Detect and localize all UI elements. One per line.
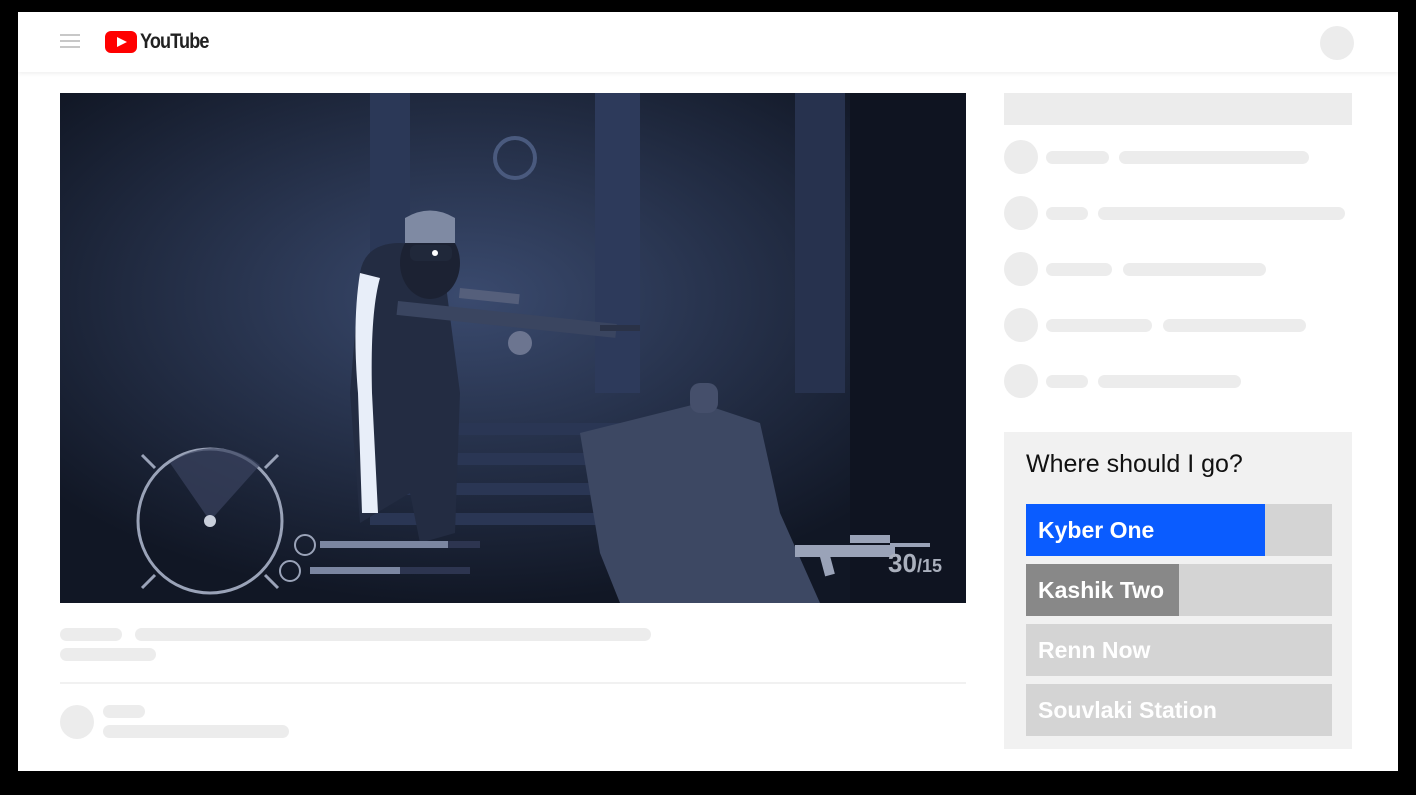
chat-avatar-placeholder	[1004, 308, 1038, 342]
avatar[interactable]	[1320, 26, 1354, 60]
poll-option-label: Souvlaki Station	[1038, 697, 1217, 723]
chat-message-placeholder	[1123, 263, 1266, 276]
poll-option-renn-now[interactable]: Renn Now	[1026, 624, 1332, 676]
poll-option-souvlaki-station[interactable]: Souvlaki Station	[1026, 684, 1332, 736]
poll-question: Where should I go?	[1026, 450, 1243, 478]
youtube-play-icon	[105, 31, 137, 53]
ammo-total: /15	[916, 556, 942, 576]
video-player[interactable]: 30/15	[60, 93, 966, 603]
chat-name-placeholder	[1046, 319, 1152, 332]
chat-name-placeholder	[1046, 151, 1109, 164]
poll-card: Where should I go? Kyber One Kashik Two …	[1004, 432, 1352, 749]
title-placeholder-long	[135, 628, 651, 641]
chat-message-placeholder	[1098, 207, 1345, 220]
channel-avatar-placeholder	[60, 705, 94, 739]
poll-option-kyber-one[interactable]: Kyber One	[1026, 504, 1332, 556]
channel-name-placeholder	[103, 705, 145, 718]
youtube-logo[interactable]: YouTube	[105, 30, 220, 53]
chat-message-placeholder	[1098, 375, 1241, 388]
poll-option-label: Kashik Two	[1038, 577, 1165, 603]
chat-avatar-placeholder	[1004, 252, 1038, 286]
channel-meta-placeholder	[103, 725, 289, 738]
chat-message-placeholder	[1119, 151, 1309, 164]
poll-option-label: Kyber One	[1038, 517, 1155, 543]
video-frame-illustration	[60, 93, 966, 603]
chat-avatar-placeholder	[1004, 364, 1038, 398]
youtube-page: YouTube 30/15 Where should I go? Kyber O…	[18, 12, 1398, 771]
divider	[60, 682, 966, 684]
chat-header-placeholder	[1004, 93, 1352, 125]
title-placeholder-short	[60, 628, 122, 641]
logo-text: YouTube	[140, 30, 209, 53]
hamburger-menu-icon[interactable]	[60, 34, 80, 50]
ammo-current: 30	[888, 548, 917, 578]
views-placeholder	[60, 648, 156, 661]
poll-option-label: Renn Now	[1038, 637, 1151, 663]
chat-name-placeholder	[1046, 207, 1088, 220]
chat-avatar-placeholder	[1004, 140, 1038, 174]
top-bar: YouTube	[18, 12, 1398, 72]
poll-option-kashik-two[interactable]: Kashik Two	[1026, 564, 1332, 616]
chat-message-placeholder	[1163, 319, 1306, 332]
chat-name-placeholder	[1046, 375, 1088, 388]
chat-name-placeholder	[1046, 263, 1112, 276]
chat-avatar-placeholder	[1004, 196, 1038, 230]
ammo-counter: 30/15	[888, 548, 942, 579]
